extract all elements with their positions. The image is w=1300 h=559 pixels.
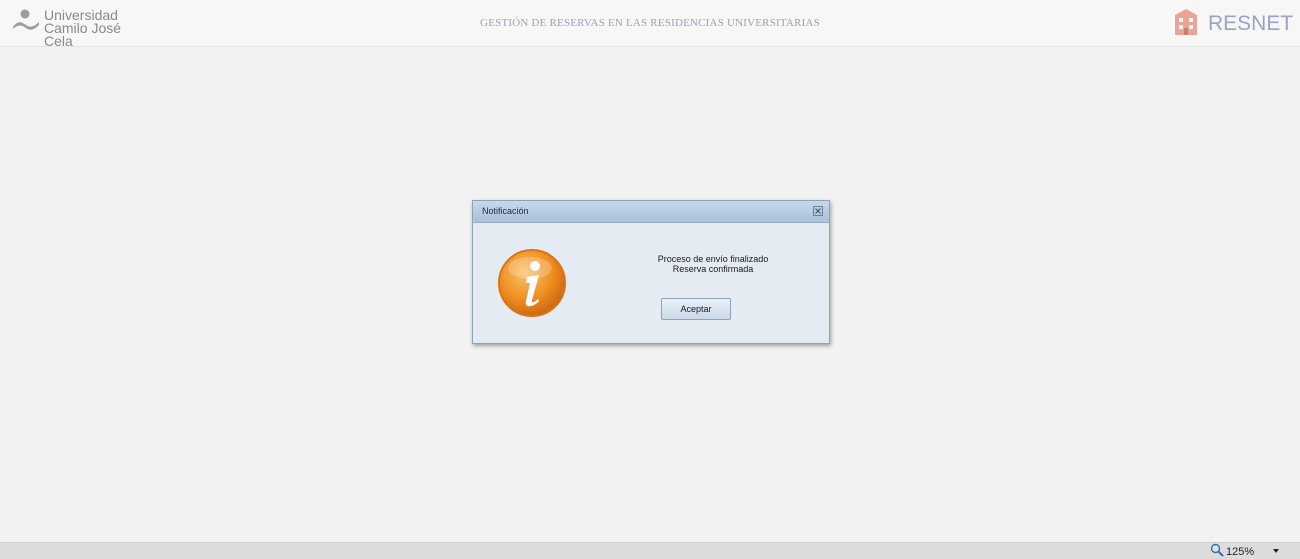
brand-name: RESNET (1208, 12, 1294, 35)
app-header: Universidad Camilo José Cela GESTIÓN DE … (0, 0, 1300, 48)
close-icon[interactable] (813, 206, 823, 216)
university-name: Universidad Camilo José Cela (44, 8, 152, 49)
resnet-brand: RESNET (1173, 8, 1293, 38)
message-line-2: Reserva confirmada (672, 264, 754, 274)
info-icon (498, 249, 566, 317)
zoom-level: 125% (1226, 546, 1255, 558)
building-icon (1175, 9, 1197, 35)
message-line-1: Proceso de envío finalizado (657, 254, 769, 264)
magnifier-icon (1210, 543, 1224, 557)
notification-dialog: Notificación Proceso de envío finalizado… (472, 200, 830, 344)
status-bar: 125% (0, 542, 1300, 559)
dialog-titlebar[interactable]: Notificación (473, 201, 829, 223)
university-logo-icon (13, 9, 39, 30)
dialog-title: Notificación (482, 206, 529, 216)
dialog-message: Proceso de envío finalizado Reserva conf… (613, 254, 813, 274)
accept-button[interactable]: Aceptar (661, 298, 731, 320)
university-logo: Universidad Camilo José Cela (12, 8, 152, 48)
university-name-line2: Camilo José Cela (44, 20, 122, 49)
page-title: GESTIÓN DE RESERVAS EN LAS RESIDENCIAS U… (480, 17, 820, 29)
zoom-control[interactable]: 125% (1210, 543, 1282, 559)
chevron-down-icon[interactable] (1273, 549, 1279, 553)
